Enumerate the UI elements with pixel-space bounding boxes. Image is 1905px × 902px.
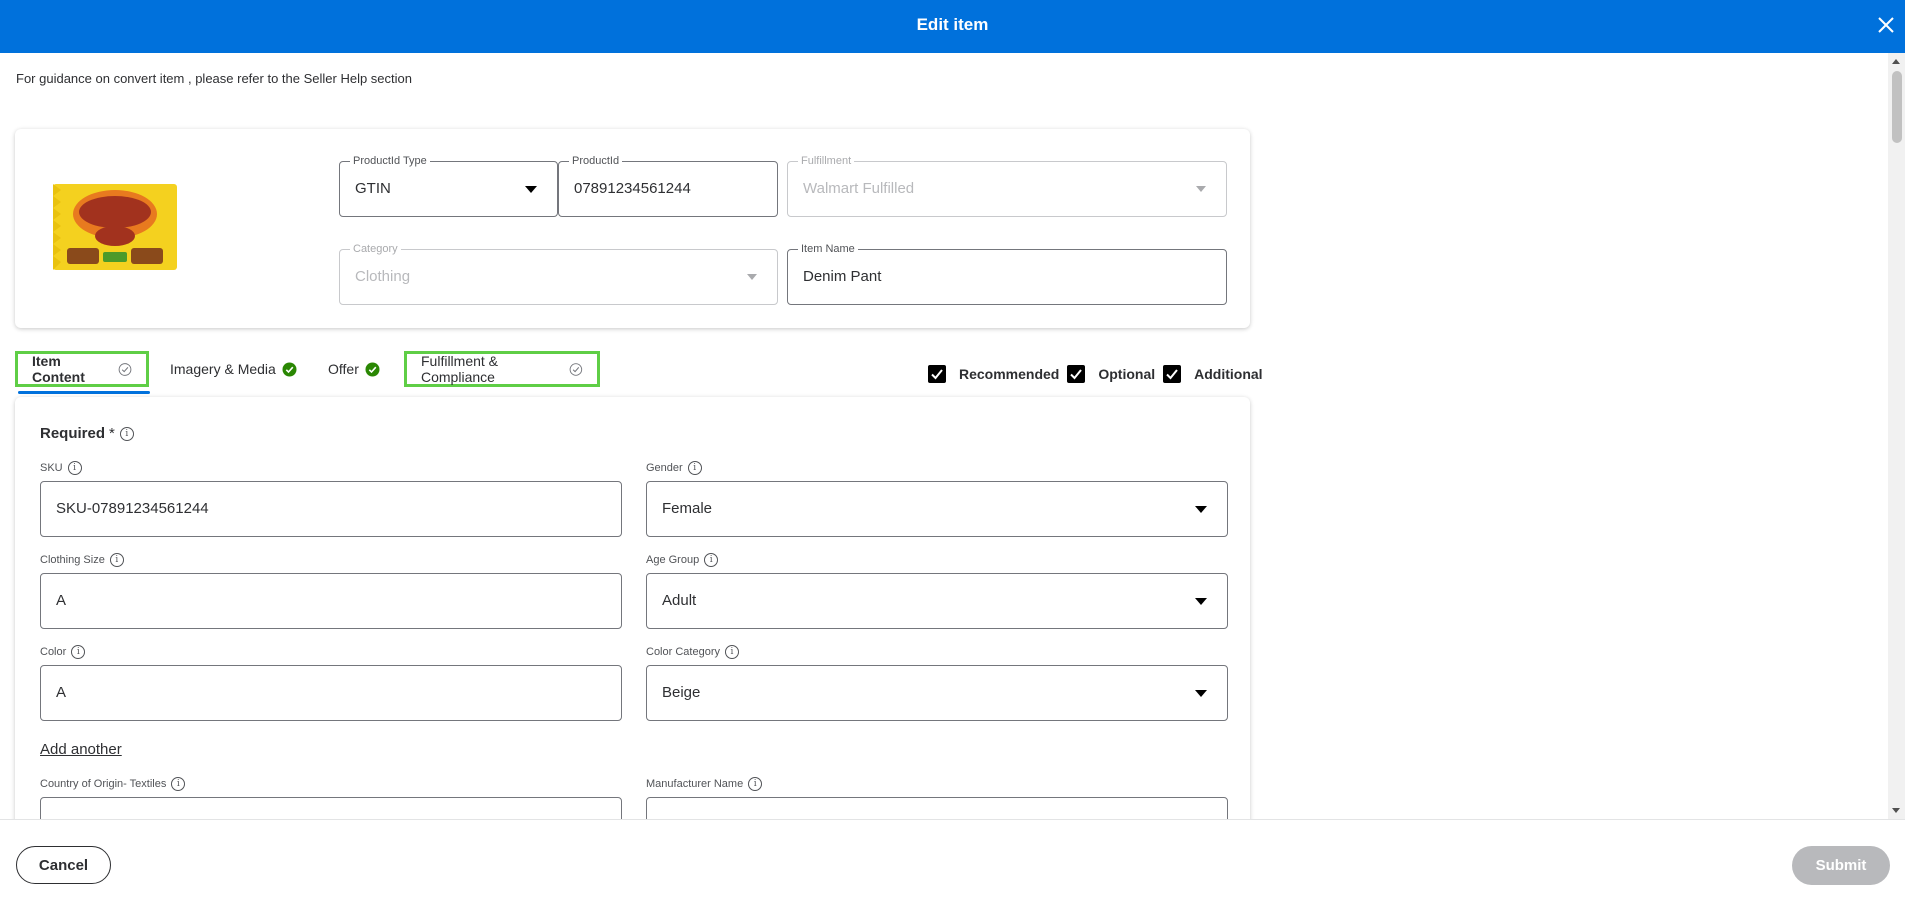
color-category-label-row: Color Category i xyxy=(646,645,739,659)
info-icon[interactable]: i xyxy=(704,553,719,567)
color-category-select[interactable]: Beige xyxy=(646,665,1228,721)
color-label-row: Color i xyxy=(40,645,86,659)
color-category-label: Color Category xyxy=(646,646,720,658)
tab-imagery-media[interactable]: Imagery & Media xyxy=(156,351,311,387)
optional-checkbox[interactable] xyxy=(1067,365,1086,383)
tab-label: Fulfillment & Compliance xyxy=(421,353,499,385)
age-group-select[interactable]: Adult xyxy=(646,573,1228,629)
checkmark-icon xyxy=(931,369,943,380)
manufacturer-name-label-row: Manufacturer Name i xyxy=(646,777,763,791)
tab-label: Item Content xyxy=(32,353,85,385)
country-of-origin-label: Country of Origin- Textiles xyxy=(40,778,167,790)
guidance-text: For guidance on convert item , please re… xyxy=(16,71,412,86)
pending-icon xyxy=(569,362,583,376)
category-value: Clothing xyxy=(355,268,411,285)
chevron-down-icon xyxy=(525,186,537,193)
color-input[interactable]: A xyxy=(40,665,622,721)
clothing-size-label: Clothing Size xyxy=(40,554,105,566)
productid-input[interactable]: ProductId 07891234561244 xyxy=(558,154,778,217)
sku-label: SKU xyxy=(40,462,63,474)
tab-label: Imagery & Media xyxy=(170,361,276,377)
scrollbar[interactable] xyxy=(1888,53,1905,819)
info-icon[interactable]: i xyxy=(67,461,82,475)
product-card: ProductId Type GTIN ProductId 0789123456… xyxy=(15,129,1250,328)
chevron-down-icon xyxy=(1196,186,1206,192)
tab-item-content[interactable]: Item Content xyxy=(15,351,149,387)
info-icon[interactable]: i xyxy=(748,777,763,791)
age-group-value: Adult xyxy=(662,592,697,609)
gender-label-row: Gender i xyxy=(646,461,702,475)
attribute-filters: Recommended Optional Additional xyxy=(928,364,1271,384)
modal-title: Edit item xyxy=(916,15,989,34)
sku-value: SKU-07891234561244 xyxy=(56,500,209,517)
close-button[interactable] xyxy=(1873,12,1899,38)
clothing-size-input[interactable]: A xyxy=(40,573,622,629)
pending-icon xyxy=(118,362,132,376)
tab-fulfillment-compliance[interactable]: Fulfillment & Compliance xyxy=(404,351,600,387)
checkmark-icon xyxy=(1070,369,1083,380)
active-tab-indicator xyxy=(18,391,150,394)
age-group-label: Age Group xyxy=(646,554,700,566)
additional-label: Additional xyxy=(1194,366,1263,382)
info-icon[interactable]: i xyxy=(119,426,134,441)
clothing-size-value: A xyxy=(56,592,67,609)
item-name-input[interactable]: Item Name Denim Pant xyxy=(787,242,1227,305)
tab-offer[interactable]: Offer xyxy=(314,351,394,387)
chevron-down-icon xyxy=(747,274,757,280)
close-icon xyxy=(1878,17,1894,33)
optional-label: Optional xyxy=(1098,366,1156,382)
section-title-text: Required xyxy=(40,425,106,442)
country-of-origin-label-row: Country of Origin- Textiles i xyxy=(40,777,186,791)
recommended-label: Recommended xyxy=(959,366,1060,382)
additional-checkbox[interactable] xyxy=(1163,365,1182,383)
submit-button[interactable]: Submit xyxy=(1792,846,1890,885)
category-select: Category Clothing xyxy=(339,242,778,305)
chevron-down-icon xyxy=(1195,690,1207,697)
sku-label-row: SKU i xyxy=(40,461,82,475)
clothing-size-label-row: Clothing Size i xyxy=(40,553,124,567)
item-name-value: Denim Pant xyxy=(803,268,882,285)
age-group-label-row: Age Group i xyxy=(646,553,719,567)
fulfillment-value: Walmart Fulfilled xyxy=(803,180,915,197)
tab-label: Offer xyxy=(328,361,359,377)
checkmark-icon xyxy=(1166,369,1178,380)
color-label: Color xyxy=(40,646,67,658)
info-icon[interactable]: i xyxy=(687,461,702,475)
section-title: Required * i xyxy=(40,425,134,442)
fulfillment-select: Fulfillment Walmart Fulfilled xyxy=(787,154,1227,217)
gender-label: Gender xyxy=(646,462,683,474)
complete-icon xyxy=(365,362,380,376)
productid-value: 07891234561244 xyxy=(574,180,691,197)
chevron-down-icon xyxy=(1195,598,1207,605)
sku-input[interactable]: SKU-07891234561244 xyxy=(40,481,622,537)
manufacturer-name-label: Manufacturer Name xyxy=(646,778,744,790)
color-value: A xyxy=(56,684,67,701)
product-image xyxy=(53,184,177,275)
scroll-down-icon[interactable] xyxy=(1892,808,1900,813)
productid-type-select[interactable]: ProductId Type GTIN xyxy=(339,154,558,217)
gender-value: Female xyxy=(662,500,713,517)
complete-icon xyxy=(282,362,297,376)
color-category-value: Beige xyxy=(662,684,701,701)
cancel-button[interactable]: Cancel xyxy=(16,846,111,884)
modal-footer: Cancel Submit xyxy=(0,819,1905,902)
scroll-thumb[interactable] xyxy=(1892,71,1902,143)
recommended-checkbox[interactable] xyxy=(928,365,946,383)
modal-header: Edit item xyxy=(0,0,1905,53)
chevron-down-icon xyxy=(1195,506,1207,513)
gender-select[interactable]: Female xyxy=(646,481,1228,537)
add-another-link[interactable]: Add another xyxy=(40,741,122,758)
item-content-form: Required * i SKU i SKU-07891234561244 Ge… xyxy=(15,397,1250,827)
productid-type-value: GTIN xyxy=(355,180,391,197)
info-icon[interactable]: i xyxy=(109,553,124,567)
required-mark: * xyxy=(109,425,115,442)
info-icon[interactable]: i xyxy=(171,777,186,791)
scroll-up-icon[interactable] xyxy=(1892,59,1900,64)
info-icon[interactable]: i xyxy=(71,645,86,659)
info-icon[interactable]: i xyxy=(724,645,739,659)
